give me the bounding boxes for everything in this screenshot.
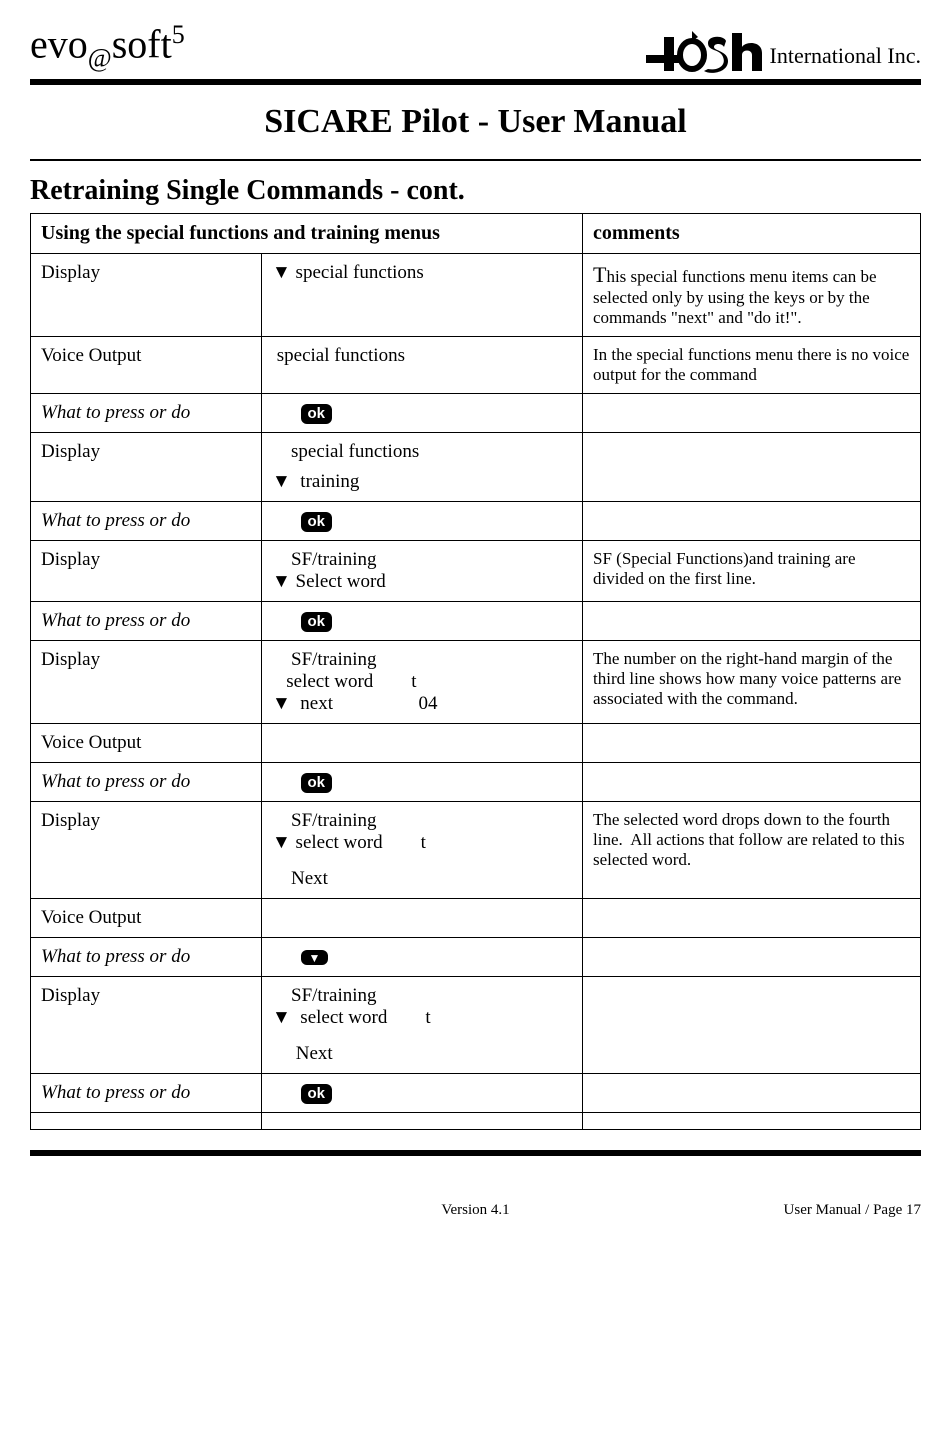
col-comment: This special functions menu items can be… bbox=[583, 254, 921, 337]
col-action: SF/training▼ select word t Next bbox=[262, 802, 583, 899]
col-comment: The selected word drops down to the four… bbox=[583, 802, 921, 899]
logo-left: evo@soft5 bbox=[30, 20, 185, 73]
col-comment bbox=[583, 1074, 921, 1113]
col-action: SF/training▼ Select word bbox=[262, 541, 583, 602]
table-row: What to press or do ok bbox=[31, 1074, 921, 1113]
col-label: Display bbox=[31, 802, 262, 899]
col-label: What to press or do bbox=[31, 602, 262, 641]
table-row: Display SF/training▼ Select wordSF (Spec… bbox=[31, 541, 921, 602]
col-action: SF/training▼ select word t Next bbox=[262, 977, 583, 1074]
col-action bbox=[262, 724, 583, 763]
col-label: Voice Output bbox=[31, 899, 262, 938]
col-comment: SF (Special Functions)and training are d… bbox=[583, 541, 921, 602]
col-comment: In the special functions menu there is n… bbox=[583, 337, 921, 394]
col-label: What to press or do bbox=[31, 763, 262, 802]
table-row: Display SF/training▼ select word t Next bbox=[31, 977, 921, 1074]
col-comment: The number on the right-hand margin of t… bbox=[583, 641, 921, 724]
table-row bbox=[31, 1113, 921, 1130]
col-label: Display bbox=[31, 254, 262, 337]
col-comment bbox=[583, 977, 921, 1074]
col-comment bbox=[583, 763, 921, 802]
table-row: Voice Output special functionsIn the spe… bbox=[31, 337, 921, 394]
table-row: Display▼ special functionsThis special f… bbox=[31, 254, 921, 337]
col-action bbox=[262, 899, 583, 938]
col-action: ▼ special functions bbox=[262, 254, 583, 337]
col-action: SF/training select word t▼ next 04 bbox=[262, 641, 583, 724]
col-action: ok bbox=[262, 1074, 583, 1113]
logo-right-text: International Inc. bbox=[770, 43, 922, 73]
col-comment bbox=[583, 938, 921, 977]
table-row: Display SF/training select word t▼ next … bbox=[31, 641, 921, 724]
header-left: Using the special functions and training… bbox=[31, 214, 583, 254]
col-action: special functions▼ training bbox=[262, 433, 583, 502]
col-label: What to press or do bbox=[31, 1074, 262, 1113]
col-label: Display bbox=[31, 541, 262, 602]
logo-text-soft: soft bbox=[112, 21, 172, 66]
col-action: ok bbox=[262, 394, 583, 433]
col-label: Display bbox=[31, 433, 262, 502]
col-action: ok bbox=[262, 602, 583, 641]
col-comment bbox=[583, 394, 921, 433]
top-rule bbox=[30, 79, 921, 85]
table-row: What to press or do ok bbox=[31, 502, 921, 541]
col-comment bbox=[583, 433, 921, 502]
section-title: Retraining Single Commands - cont. bbox=[30, 175, 921, 207]
table-header-row: Using the special functions and training… bbox=[31, 214, 921, 254]
logo-sup-5: 5 bbox=[172, 20, 185, 49]
title-rule bbox=[30, 159, 921, 161]
col-label: What to press or do bbox=[31, 502, 262, 541]
col-label: Voice Output bbox=[31, 337, 262, 394]
bottom-rule bbox=[30, 1150, 921, 1156]
col-label: Voice Output bbox=[31, 724, 262, 763]
col-label: Display bbox=[31, 977, 262, 1074]
col-action: special functions bbox=[262, 337, 583, 394]
col-action: ok bbox=[262, 763, 583, 802]
col-comment bbox=[583, 602, 921, 641]
col-comment bbox=[583, 899, 921, 938]
footer-page: User Manual / Page 17 bbox=[721, 1202, 921, 1219]
col-action: ok bbox=[262, 502, 583, 541]
footer-version: Version 4.1 bbox=[230, 1202, 721, 1219]
col-label: What to press or do bbox=[31, 394, 262, 433]
col-label: What to press or do bbox=[31, 938, 262, 977]
table-row: What to press or do ok bbox=[31, 602, 921, 641]
col-label bbox=[31, 1113, 262, 1130]
page-title: SICARE Pilot - User Manual bbox=[30, 103, 921, 141]
table-row: Display special functions▼ training bbox=[31, 433, 921, 502]
header: evo@soft5 International Inc. bbox=[30, 20, 921, 73]
main-table: Using the special functions and training… bbox=[30, 213, 921, 1130]
header-right: comments bbox=[583, 214, 921, 254]
table-row: What to press or do ok bbox=[31, 763, 921, 802]
table-row: What to press or do ▼ bbox=[31, 938, 921, 977]
table-row: Voice Output bbox=[31, 724, 921, 763]
table-row: Display SF/training▼ select word t NextT… bbox=[31, 802, 921, 899]
col-comment bbox=[583, 724, 921, 763]
col-comment bbox=[583, 502, 921, 541]
col-comment bbox=[583, 1113, 921, 1130]
tash-logo-icon bbox=[644, 25, 764, 73]
logo-text-evo: evo bbox=[30, 21, 88, 66]
col-action: ▼ bbox=[262, 938, 583, 977]
footer: Version 4.1 User Manual / Page 17 bbox=[30, 1202, 921, 1219]
logo-right: International Inc. bbox=[644, 25, 922, 73]
col-action bbox=[262, 1113, 583, 1130]
logo-at: @ bbox=[88, 43, 112, 72]
table-row: What to press or do ok bbox=[31, 394, 921, 433]
col-label: Display bbox=[31, 641, 262, 724]
table-row: Voice Output bbox=[31, 899, 921, 938]
